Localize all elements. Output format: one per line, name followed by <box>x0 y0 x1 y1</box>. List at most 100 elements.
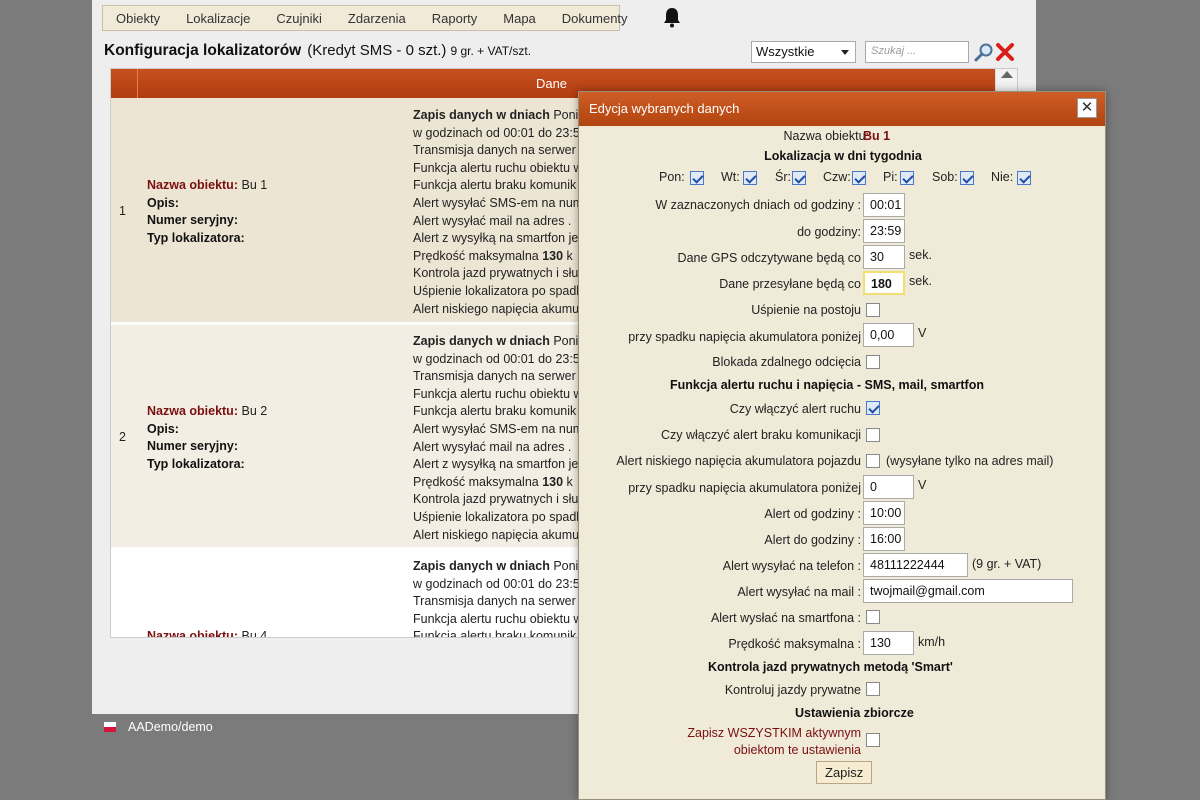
edit-dialog: Edycja wybranych danych ✕ Nazwa obiektu:… <box>578 91 1106 800</box>
alert-from-input[interactable]: 10:00 <box>863 501 905 525</box>
to-hour-label: do godziny: <box>797 225 861 239</box>
object-name-value: Bu 1 <box>863 129 891 143</box>
private-checkbox[interactable] <box>866 682 880 696</box>
bulk-checkbox[interactable] <box>866 733 880 747</box>
phone-input[interactable]: 48111222444 <box>863 553 968 577</box>
chevron-down-icon <box>841 50 849 55</box>
menu-raporty[interactable]: Raporty <box>419 11 491 26</box>
lowvolt-alert-label: Alert niskiego napięcia akumulatora poja… <box>616 454 861 468</box>
save-button[interactable]: Zapisz <box>816 761 873 784</box>
label-name: Nazwa obiektu: <box>147 629 238 638</box>
smartphone-checkbox[interactable] <box>866 610 880 624</box>
row-number: 1 <box>119 204 126 218</box>
alert-to-label: Alert do godziny : <box>764 533 861 547</box>
close-icon[interactable] <box>994 41 1016 63</box>
row-details: Zapis danych w dniach Ponie w godzinach … <box>413 558 586 638</box>
day-label: Nie: <box>991 170 1014 184</box>
send-unit: sek. <box>909 274 932 288</box>
day-checkbox[interactable] <box>1017 171 1031 185</box>
row-summary: Nazwa obiektu: Bu 4 <box>147 628 268 638</box>
menu-czujniki[interactable]: Czujniki <box>263 11 335 26</box>
motion-alert-label: Czy włączyć alert ruchu <box>729 402 861 416</box>
day-label: Śr: <box>775 170 791 184</box>
day-label: Wt: <box>721 170 740 184</box>
detail-transmission: Transmisja danych na serwer c <box>413 143 586 158</box>
detail-nocomm-alert: Funkcja alertu braku komunik <box>413 629 577 638</box>
bell-icon[interactable] <box>662 6 682 28</box>
menu-obiekty[interactable]: Obiekty <box>103 11 173 26</box>
day-label: Sob: <box>932 170 958 184</box>
voltage2-unit: V <box>918 478 927 492</box>
filter-select[interactable]: Wszystkie <box>751 41 856 63</box>
section-alert: Funkcja alertu ruchu i napięcia - SMS, m… <box>670 378 984 392</box>
menu-dokumenty[interactable]: Dokumenty <box>549 11 641 26</box>
to-hour-input[interactable]: 23:59 <box>863 219 905 243</box>
user-label: AADemo/demo <box>128 720 213 734</box>
voltage2-input[interactable]: 0 <box>863 475 914 499</box>
smartphone-label: Alert wysłać na smartfona : <box>710 611 861 625</box>
sleep-label: Uśpienie na postoju <box>751 303 861 317</box>
label-serial: Numer seryjny: <box>147 213 239 227</box>
search-icon[interactable] <box>974 42 994 62</box>
day-checkbox[interactable] <box>743 171 757 185</box>
label-type: Typ lokalizatora: <box>147 456 245 471</box>
detail-schedule-label: Zapis danych w dniach <box>413 108 550 122</box>
sms-credit: (Kredyt SMS - 0 szt.) <box>307 42 447 59</box>
search-input[interactable]: Szukaj ... <box>865 41 969 63</box>
send-interval-input[interactable]: 180 <box>863 271 905 295</box>
day-label: Pon: <box>659 170 685 184</box>
mail-input[interactable]: twojmail@gmail.com <box>863 579 1073 603</box>
detail-smartphone: Alert z wysyłką na smartfon je <box>413 231 579 246</box>
sleep-checkbox[interactable] <box>866 303 880 317</box>
detail-smartphone: Alert z wysyłką na smartfon je <box>413 457 579 472</box>
detail-speed-label: Prędkość maksymalna <box>413 474 543 489</box>
speed-input[interactable]: 130 <box>863 631 914 655</box>
phone-note: (9 gr. + VAT) <box>972 557 1042 571</box>
menu-mapa[interactable]: Mapa <box>490 11 549 26</box>
day-checkbox[interactable] <box>852 171 866 185</box>
private-label: Kontroluj jazdy prywatne <box>724 683 861 697</box>
speed-unit: km/h <box>918 635 946 649</box>
gps-interval-label: Dane GPS odczytywane będą co <box>677 251 861 265</box>
detail-nocomm-alert: Funkcja alertu braku komunik <box>413 404 577 419</box>
label-desc: Opis: <box>147 195 179 210</box>
close-icon[interactable]: ✕ <box>1077 98 1097 118</box>
detail-transmission: Transmisja danych na serwer c <box>413 594 586 609</box>
motion-alert-checkbox[interactable] <box>866 401 880 415</box>
sms-price: 9 gr. + VAT/szt. <box>450 44 532 58</box>
detail-hours: w godzinach od 00:01 do 23:5 <box>413 351 580 366</box>
from-hour-input[interactable]: 00:01 <box>863 193 905 217</box>
detail-sms: Alert wysyłać SMS-em na num <box>413 421 584 436</box>
detail-hours: w godzinach od 00:01 do 23:5 <box>413 125 580 140</box>
remote-block-checkbox[interactable] <box>866 355 880 369</box>
day-label: Czw: <box>823 170 851 184</box>
section-private: Kontrola jazd prywatnych metodą 'Smart' <box>708 660 953 674</box>
scroll-up-icon[interactable] <box>1001 71 1013 78</box>
nocomm-alert-label: Czy włączyć alert braku komunikacji <box>660 428 861 442</box>
menu-zdarzenia[interactable]: Zdarzenia <box>335 11 419 26</box>
flag-pl-icon[interactable] <box>104 722 116 732</box>
day-checkbox[interactable] <box>960 171 974 185</box>
day-checkbox[interactable] <box>690 171 704 185</box>
object-name: Bu 1 <box>241 178 268 192</box>
dialog-title: Edycja wybranych danych <box>589 101 740 116</box>
voltage2-label: przy spadku napięcia akumulatora poniżej <box>628 481 861 495</box>
filter-value: Wszystkie <box>756 44 815 59</box>
day-checkbox[interactable] <box>900 171 914 185</box>
nocomm-alert-checkbox[interactable] <box>866 428 880 442</box>
section-days: Lokalizacja w dni tygodnia <box>764 149 922 163</box>
label-desc: Opis: <box>147 421 179 436</box>
object-name: Bu 4 <box>241 629 268 638</box>
detail-transmission: Transmisja danych na serwer c <box>413 369 586 384</box>
alert-from-label: Alert od godziny : <box>764 507 861 521</box>
day-checkbox[interactable] <box>792 171 806 185</box>
voltage-input[interactable]: 0,00 <box>863 323 914 347</box>
bulk-label-1: Zapisz WSZYSTKIM aktywnym <box>687 726 861 740</box>
gps-interval-input[interactable]: 30 <box>863 245 905 269</box>
gps-unit: sek. <box>909 248 932 262</box>
menu-lokalizacje[interactable]: Lokalizacje <box>173 11 263 26</box>
detail-speed-label: Prędkość maksymalna <box>413 248 543 263</box>
alert-to-input[interactable]: 16:00 <box>863 527 905 551</box>
lowvolt-alert-checkbox[interactable] <box>866 454 880 468</box>
object-name-label: Nazwa obiektu: <box>783 129 869 143</box>
